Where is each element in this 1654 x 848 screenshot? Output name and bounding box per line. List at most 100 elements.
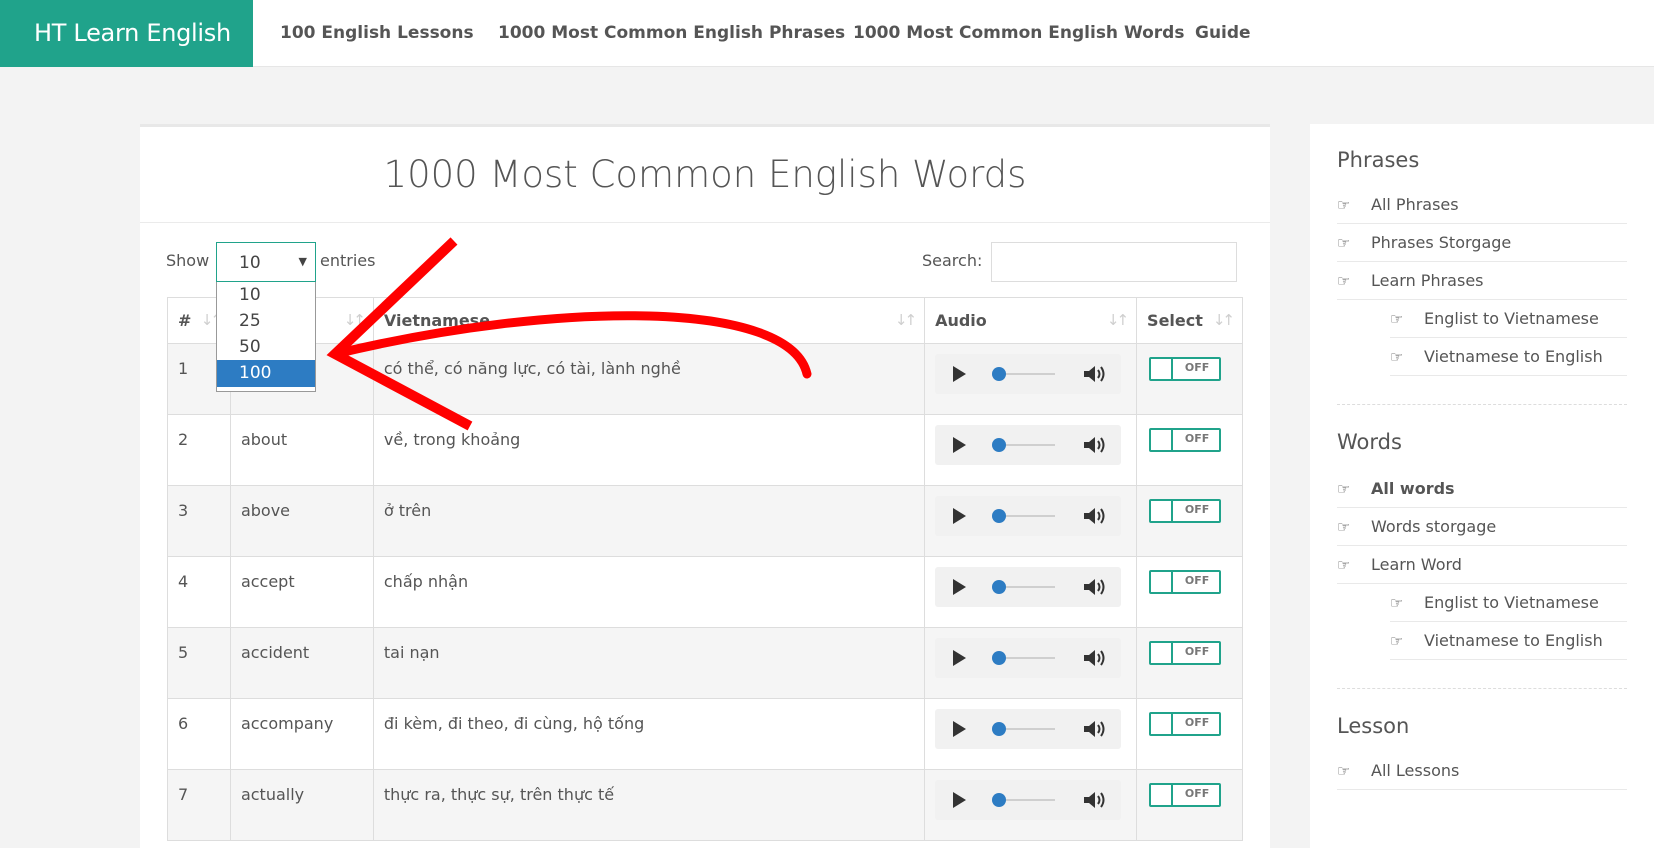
row-vietnamese: ở trên bbox=[372, 485, 926, 557]
column-header-vietnamese[interactable]: Vietnamese ↓↑ bbox=[372, 297, 926, 344]
sidebar-item-all-lessons[interactable]: ☞ All Lessons bbox=[1337, 752, 1627, 790]
sidebar-item-words-vi-to-en[interactable]: ☞ Vietnamese to English bbox=[1390, 622, 1627, 660]
row-number: 3 bbox=[167, 485, 231, 557]
row-number: 2 bbox=[167, 414, 231, 486]
sidebar-item-all-phrases[interactable]: ☞ All Phrases bbox=[1337, 186, 1627, 224]
play-icon[interactable] bbox=[953, 366, 967, 382]
audio-player bbox=[935, 354, 1122, 394]
hand-pointer-icon: ☞ bbox=[1390, 310, 1404, 328]
nav-guide[interactable]: Guide bbox=[1195, 0, 1251, 67]
toggle-handle bbox=[1151, 501, 1174, 521]
play-icon[interactable] bbox=[953, 508, 967, 524]
toggle-state: OFF bbox=[1184, 361, 1210, 374]
select-toggle[interactable]: OFF bbox=[1149, 357, 1222, 381]
page-size-option-50[interactable]: 50 bbox=[217, 334, 315, 360]
volume-icon[interactable] bbox=[1083, 648, 1109, 668]
sidebar-item-words-storage[interactable]: ☞ Words storgage bbox=[1337, 508, 1627, 546]
volume-icon[interactable] bbox=[1083, 719, 1109, 739]
select-toggle[interactable]: OFF bbox=[1149, 712, 1222, 736]
words-table: # ↓↑ ↓↑ Vietnamese ↓↑ Audio ↓↑ Select ↓↑ 1 có… bbox=[167, 297, 1243, 841]
sort-icon: ↓↑ bbox=[343, 311, 366, 329]
toggle-handle bbox=[1151, 785, 1174, 805]
hand-pointer-icon: ☞ bbox=[1337, 518, 1351, 536]
sidebar-heading-phrases: Phrases bbox=[1337, 148, 1420, 172]
hand-pointer-icon: ☞ bbox=[1337, 556, 1351, 574]
nav-100-english-lessons[interactable]: 100 English Lessons bbox=[280, 0, 474, 67]
audio-progress-knob[interactable] bbox=[992, 722, 1007, 736]
sidebar-divider bbox=[1337, 404, 1627, 405]
column-header-select[interactable]: Select ↓↑ bbox=[1136, 297, 1243, 344]
audio-progress-knob[interactable] bbox=[992, 580, 1007, 594]
show-label: Show bbox=[166, 251, 210, 270]
row-word: actually bbox=[229, 769, 374, 841]
play-icon[interactable] bbox=[953, 437, 967, 453]
sidebar-item-phrases-storage[interactable]: ☞ Phrases Storgage bbox=[1337, 224, 1627, 262]
audio-player bbox=[935, 709, 1122, 749]
toggle-state: OFF bbox=[1184, 716, 1210, 729]
toggle-state: OFF bbox=[1184, 787, 1210, 800]
play-icon[interactable] bbox=[953, 579, 967, 595]
entries-label: entries bbox=[320, 251, 376, 270]
toggle-handle bbox=[1151, 572, 1174, 592]
page-size-option-100[interactable]: 100 bbox=[217, 360, 315, 387]
volume-icon[interactable] bbox=[1083, 364, 1109, 384]
sidebar-item-all-words[interactable]: ☞ All words bbox=[1337, 470, 1627, 508]
page-size-select[interactable]: 10 ▼ bbox=[216, 242, 316, 282]
play-icon[interactable] bbox=[953, 721, 967, 737]
table-row: 6 accompany đi kèm, đi theo, đi cùng, hộ t… bbox=[167, 698, 1243, 770]
row-number: 7 bbox=[167, 769, 231, 841]
nav-1000-common-phrases[interactable]: 1000 Most Common English Phrases bbox=[498, 0, 845, 67]
row-select: OFF bbox=[1136, 343, 1243, 415]
volume-icon[interactable] bbox=[1083, 506, 1109, 526]
hand-pointer-icon: ☞ bbox=[1337, 480, 1351, 498]
row-select: OFF bbox=[1136, 698, 1243, 770]
select-toggle[interactable]: OFF bbox=[1149, 499, 1222, 523]
volume-icon[interactable] bbox=[1083, 577, 1109, 597]
row-audio bbox=[924, 414, 1138, 486]
sidebar-item-learn-word[interactable]: ☞ Learn Word bbox=[1337, 546, 1627, 584]
table-row: 5 accident tai nạn OFF bbox=[167, 627, 1243, 699]
row-word: above bbox=[229, 485, 374, 557]
brand-logo[interactable]: HT Learn English bbox=[0, 0, 253, 67]
select-toggle[interactable]: OFF bbox=[1149, 428, 1222, 452]
audio-progress-knob[interactable] bbox=[992, 438, 1007, 452]
chevron-down-icon: ▼ bbox=[298, 255, 307, 268]
audio-progress-knob[interactable] bbox=[992, 367, 1007, 381]
row-audio bbox=[924, 698, 1138, 770]
hand-pointer-icon: ☞ bbox=[1337, 762, 1351, 780]
sidebar: Phrases ☞ All Phrases ☞ Phrases Storgage ☞… bbox=[1310, 124, 1654, 848]
hand-pointer-icon: ☞ bbox=[1337, 272, 1351, 290]
search-input[interactable] bbox=[991, 242, 1237, 282]
sidebar-item-learn-phrases[interactable]: ☞ Learn Phrases bbox=[1337, 262, 1627, 300]
sidebar-item-words-en-to-vi[interactable]: ☞ Englist to Vietnamese bbox=[1390, 584, 1627, 622]
table-row: 2 about về, trong khoảng OFF bbox=[167, 414, 1243, 486]
row-select: OFF bbox=[1136, 627, 1243, 699]
play-icon[interactable] bbox=[953, 792, 967, 808]
select-toggle[interactable]: OFF bbox=[1149, 783, 1222, 807]
toggle-handle bbox=[1151, 643, 1174, 663]
sidebar-item-phrases-vi-to-en[interactable]: ☞ Vietnamese to English bbox=[1390, 338, 1627, 376]
nav-1000-common-words[interactable]: 1000 Most Common English Words bbox=[853, 0, 1184, 67]
row-select: OFF bbox=[1136, 769, 1243, 841]
play-icon[interactable] bbox=[953, 650, 967, 666]
toggle-handle bbox=[1151, 359, 1174, 379]
audio-player bbox=[935, 780, 1122, 820]
page-size-option-25[interactable]: 25 bbox=[217, 308, 315, 334]
column-header-audio[interactable]: Audio ↓↑ bbox=[924, 297, 1138, 344]
select-toggle[interactable]: OFF bbox=[1149, 641, 1222, 665]
sidebar-divider bbox=[1337, 688, 1627, 689]
toggle-state: OFF bbox=[1184, 503, 1210, 516]
audio-progress-knob[interactable] bbox=[992, 509, 1007, 523]
row-word: accident bbox=[229, 627, 374, 699]
audio-player bbox=[935, 425, 1122, 465]
audio-progress-knob[interactable] bbox=[992, 651, 1007, 665]
sidebar-item-phrases-en-to-vi[interactable]: ☞ Englist to Vietnamese bbox=[1390, 300, 1627, 338]
audio-progress-knob[interactable] bbox=[992, 793, 1007, 807]
toggle-state: OFF bbox=[1184, 645, 1210, 658]
select-toggle[interactable]: OFF bbox=[1149, 570, 1222, 594]
hand-pointer-icon: ☞ bbox=[1390, 348, 1404, 366]
volume-icon[interactable] bbox=[1083, 790, 1109, 810]
sidebar-heading-lesson: Lesson bbox=[1337, 714, 1410, 738]
page-size-option-10[interactable]: 10 bbox=[217, 282, 315, 308]
volume-icon[interactable] bbox=[1083, 435, 1109, 455]
